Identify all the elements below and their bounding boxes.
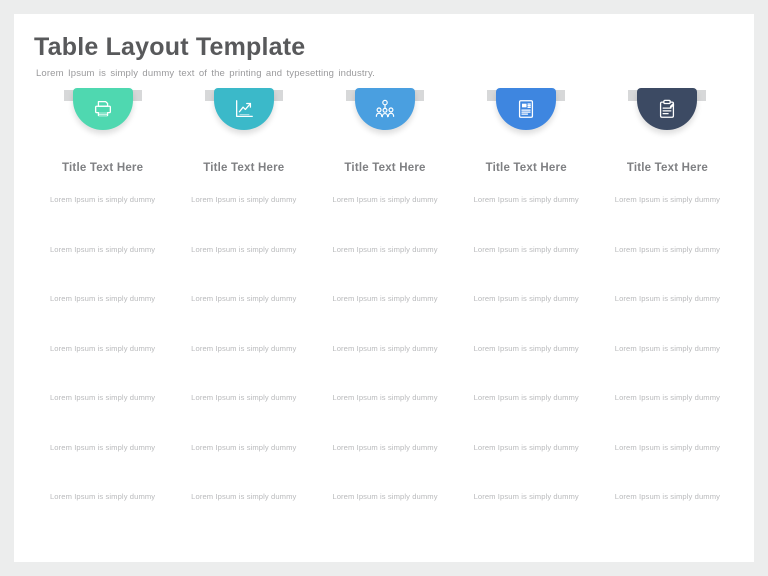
column-icon-badge[interactable] bbox=[213, 88, 274, 130]
table-cell: Lorem Ipsum is simply dummy bbox=[332, 195, 438, 204]
column-cells: Lorem Ipsum is simply dummy Lorem Ipsum i… bbox=[173, 192, 314, 539]
table-cell: Lorem Ipsum is simply dummy bbox=[332, 294, 438, 303]
table-cell: Lorem Ipsum is simply dummy bbox=[191, 244, 297, 254]
table-cell: Lorem Ipsum is simply dummy bbox=[332, 244, 438, 254]
table-cell: Lorem Ipsum is simply dummy bbox=[473, 442, 579, 452]
table-cell: Lorem Ipsum is simply dummy bbox=[191, 294, 297, 303]
table-cell: Lorem Ipsum is simply dummy bbox=[332, 393, 438, 402]
table-columns: Title Text Here Lorem Ipsum is simply dum… bbox=[32, 88, 738, 539]
table-cell: Lorem Ipsum is simply dummy bbox=[49, 393, 156, 402]
table-column: Title Text Here Lorem Ipsum is simply dum… bbox=[314, 88, 455, 539]
column-icon-badge[interactable] bbox=[72, 88, 133, 130]
column-title: Title Text Here bbox=[485, 162, 567, 174]
page-title: Table Layout Template bbox=[34, 33, 306, 61]
table-cell: Lorem Ipsum is simply dummy bbox=[49, 492, 156, 501]
page-subtitle: Lorem Ipsum is simply dummy text of the … bbox=[36, 68, 375, 79]
table-cell: Lorem Ipsum is simply dummy bbox=[49, 244, 156, 254]
column-title: Title Text Here bbox=[203, 162, 285, 174]
clipboard-pen-icon bbox=[656, 98, 678, 120]
icon-badge-wrapper bbox=[194, 88, 294, 140]
table-cell: Lorem Ipsum is simply dummy bbox=[473, 294, 579, 303]
column-icon-badge[interactable] bbox=[355, 88, 415, 130]
column-title: Title Text Here bbox=[62, 162, 144, 174]
table-cell: Lorem Ipsum is simply dummy bbox=[332, 492, 438, 501]
document-article-icon bbox=[515, 98, 537, 120]
table-cell: Lorem Ipsum is simply dummy bbox=[614, 244, 721, 254]
table-cell: Lorem Ipsum is simply dummy bbox=[473, 244, 579, 254]
table-cell: Lorem Ipsum is simply dummy bbox=[473, 195, 579, 204]
column-title: Title Text Here bbox=[344, 162, 426, 174]
icon-badge-wrapper bbox=[53, 88, 153, 140]
table-column: Title Text Here Lorem Ipsum is simply dum… bbox=[597, 88, 738, 539]
table-cell: Lorem Ipsum is simply dummy bbox=[473, 343, 579, 353]
table-column: Title Text Here Lorem Ipsum is simply dum… bbox=[173, 88, 314, 539]
column-cells: Lorem Ipsum is simply dummy Lorem Ipsum i… bbox=[597, 192, 738, 539]
printer-icon bbox=[92, 98, 114, 120]
slide-header: Table Layout Template Lorem Ipsum is sim… bbox=[34, 32, 734, 79]
table-cell: Lorem Ipsum is simply dummy bbox=[49, 195, 156, 204]
table-cell: Lorem Ipsum is simply dummy bbox=[191, 343, 297, 353]
table-column: Title Text Here Lorem Ipsum is simply dum… bbox=[32, 88, 173, 539]
table-cell: Lorem Ipsum is simply dummy bbox=[614, 343, 721, 353]
column-title: Title Text Here bbox=[626, 162, 708, 174]
table-cell: Lorem Ipsum is simply dummy bbox=[49, 442, 156, 452]
column-cells: Lorem Ipsum is simply dummy Lorem Ipsum i… bbox=[32, 192, 173, 539]
table-cell: Lorem Ipsum is simply dummy bbox=[191, 492, 297, 501]
growth-chart-icon bbox=[233, 98, 255, 120]
table-cell: Lorem Ipsum is simply dummy bbox=[191, 442, 297, 452]
column-icon-badge[interactable] bbox=[496, 88, 557, 130]
table-cell: Lorem Ipsum is simply dummy bbox=[614, 442, 721, 452]
slide-canvas: Table Layout Template Lorem Ipsum is sim… bbox=[14, 14, 754, 562]
table-column: Title Text Here Lorem Ipsum is simply dum… bbox=[456, 88, 597, 539]
table-cell: Lorem Ipsum is simply dummy bbox=[191, 195, 297, 204]
table-cell: Lorem Ipsum is simply dummy bbox=[332, 442, 438, 452]
table-cell: Lorem Ipsum is simply dummy bbox=[191, 393, 297, 402]
icon-badge-wrapper bbox=[617, 88, 717, 140]
column-cells: Lorem Ipsum is simply dummy Lorem Ipsum i… bbox=[456, 192, 597, 539]
table-cell: Lorem Ipsum is simply dummy bbox=[332, 343, 438, 353]
column-icon-badge[interactable] bbox=[637, 88, 698, 130]
column-cells: Lorem Ipsum is simply dummy Lorem Ipsum i… bbox=[314, 192, 455, 539]
table-cell: Lorem Ipsum is simply dummy bbox=[49, 343, 156, 353]
icon-badge-wrapper bbox=[476, 88, 576, 140]
table-cell: Lorem Ipsum is simply dummy bbox=[473, 393, 579, 402]
table-cell: Lorem Ipsum is simply dummy bbox=[614, 294, 721, 303]
table-cell: Lorem Ipsum is simply dummy bbox=[614, 195, 721, 204]
table-cell: Lorem Ipsum is simply dummy bbox=[614, 492, 721, 501]
table-cell: Lorem Ipsum is simply dummy bbox=[473, 492, 579, 501]
table-cell: Lorem Ipsum is simply dummy bbox=[614, 393, 721, 402]
icon-badge-wrapper bbox=[335, 88, 435, 140]
presentation-team-icon bbox=[374, 98, 396, 120]
table-cell: Lorem Ipsum is simply dummy bbox=[49, 294, 156, 303]
